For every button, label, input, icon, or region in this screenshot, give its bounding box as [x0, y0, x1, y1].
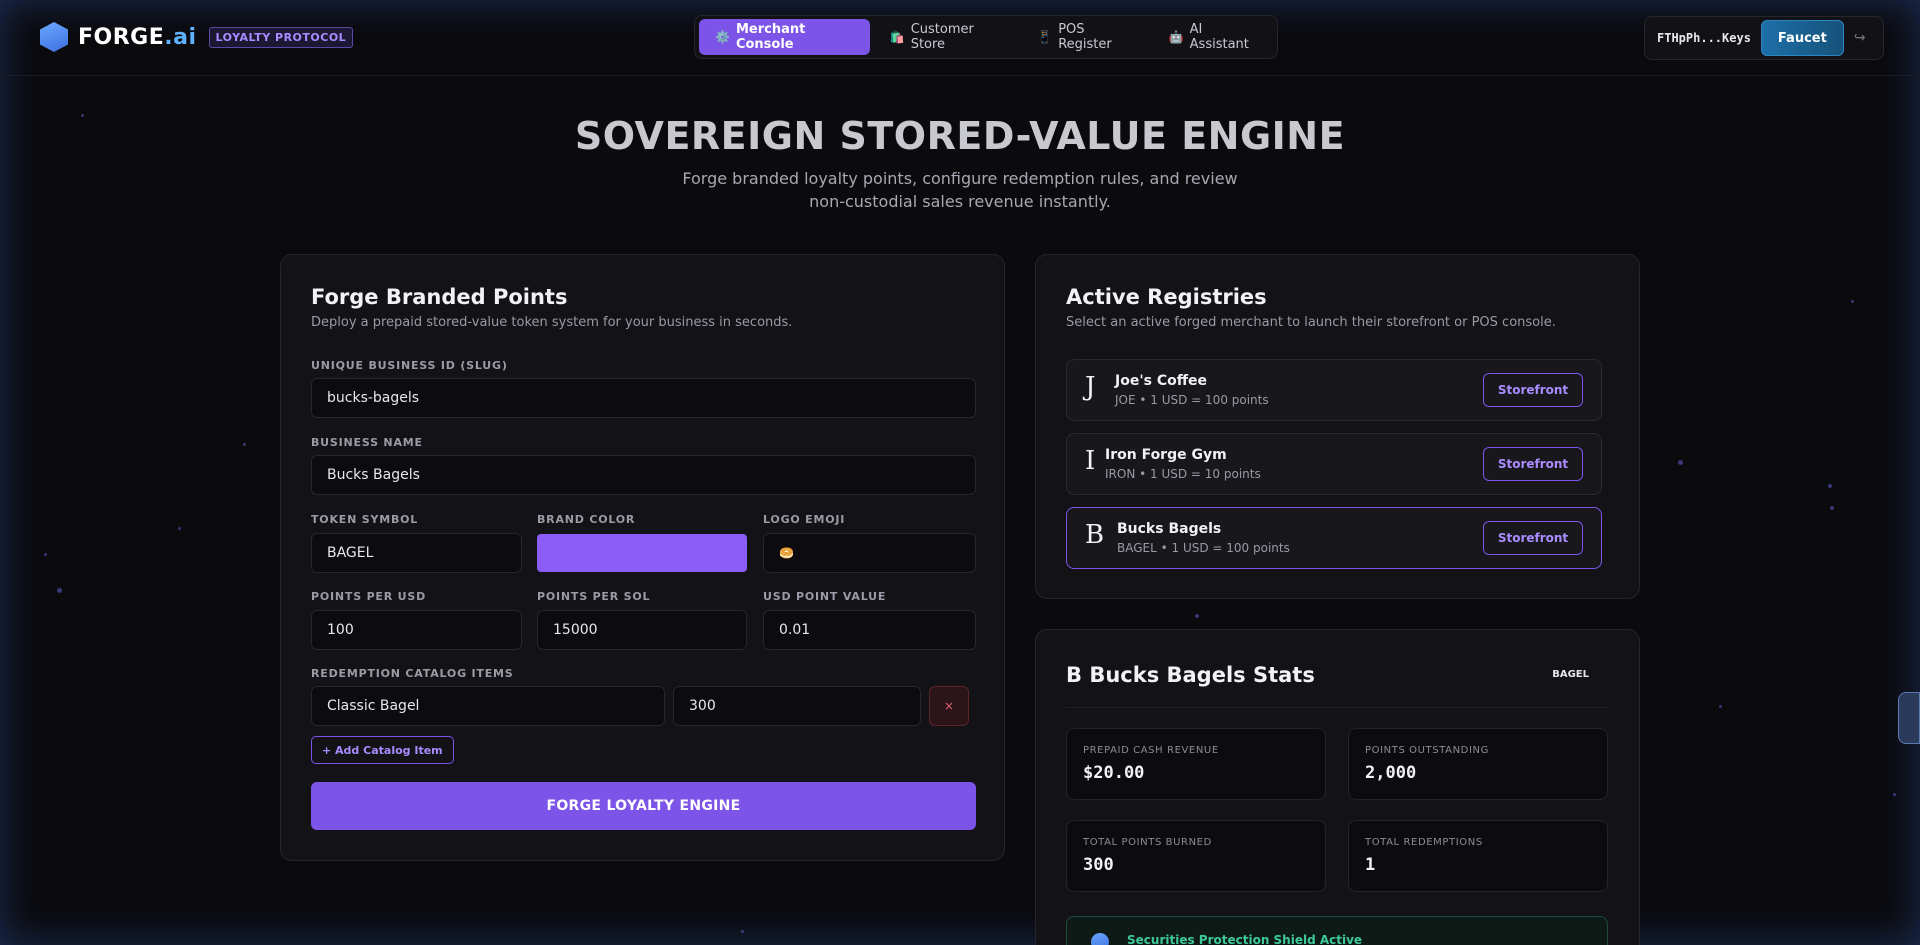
logo-emoji-input[interactable]: 🥯: [763, 533, 976, 573]
registry-logo: I: [1085, 446, 1096, 476]
page-title: SOVEREIGN STORED-VALUE ENGINE: [574, 114, 1346, 158]
slug-input[interactable]: bucks-bagels: [311, 378, 976, 418]
close-icon: ×: [943, 699, 955, 713]
slug-label: UNIQUE BUSINESS ID (SLUG): [311, 359, 508, 372]
business-name-label: BUSINESS NAME: [311, 436, 423, 449]
background-star: [1678, 460, 1683, 465]
top-bar: FORGE.ai LOYALTY PROTOCOL ⚙️ Merchant Co…: [0, 0, 1920, 76]
background-star: [178, 527, 181, 530]
side-drawer-handle[interactable]: [1898, 692, 1920, 744]
usd-point-value-label: USD POINT VALUE: [763, 590, 887, 603]
shopping-bags-icon: 🛍️: [889, 30, 905, 44]
page-subtitle: Forge branded loyalty points, configure …: [682, 169, 1238, 211]
card-title: Forge Branded Points: [311, 285, 568, 309]
registry-meta: IRON • 1 USD = 10 points: [1105, 467, 1261, 481]
main-nav: ⚙️ Merchant Console 🛍️ Customer Store 📱 …: [694, 15, 1278, 59]
registry-logo: B: [1085, 520, 1105, 550]
points-per-sol-input[interactable]: 15000: [537, 610, 747, 650]
background-star: [243, 443, 246, 446]
token-symbol-label: TOKEN SYMBOL: [311, 513, 419, 526]
registry-item-iron-forge-gym[interactable]: I Iron Forge Gym IRON • 1 USD = 10 point…: [1066, 433, 1602, 495]
faucet-button[interactable]: Faucet: [1760, 20, 1844, 56]
background-star: [1893, 793, 1896, 796]
background-star: [1719, 705, 1722, 708]
token-symbol-badge: BAGEL: [1552, 669, 1589, 680]
wallet-panel: FTHpPh...Keys Faucet ↪: [1644, 16, 1884, 60]
registry-name: Iron Forge Gym: [1105, 447, 1227, 463]
registry-name: Bucks Bagels: [1117, 521, 1222, 537]
background-star: [1828, 484, 1832, 488]
gear-icon: ⚙️: [715, 30, 730, 44]
forge-loyalty-engine-button[interactable]: FORGE LOYALTY ENGINE: [311, 782, 976, 830]
forge-points-card: Forge Branded Points Deploy a prepaid st…: [280, 254, 1005, 861]
robot-icon: 🤖: [1168, 30, 1184, 44]
brand-logo[interactable]: FORGE.ai LOYALTY PROTOCOL: [40, 22, 354, 52]
card-title: Active Registries: [1066, 285, 1267, 309]
securities-shield-banner: Securities Protection Shield Active: [1066, 916, 1608, 945]
merchant-stats-card: B Bucks Bagels Stats BAGEL PREPAID CASH …: [1035, 629, 1640, 945]
card-subtitle: Deploy a prepaid stored-value token syst…: [311, 315, 793, 330]
registry-meta: BAGEL • 1 USD = 100 points: [1117, 541, 1290, 555]
points-per-usd-input[interactable]: 100: [311, 610, 522, 650]
registry-item-bucks-bagels[interactable]: B Bucks Bagels BAGEL • 1 USD = 100 point…: [1066, 507, 1602, 569]
registry-meta: JOE • 1 USD = 100 points: [1115, 393, 1269, 407]
tab-merchant-console[interactable]: ⚙️ Merchant Console: [699, 19, 870, 55]
card-subtitle: Select an active forged merchant to laun…: [1066, 315, 1556, 330]
token-symbol-input[interactable]: BAGEL: [311, 533, 522, 573]
tab-ai-assistant[interactable]: 🤖 AI Assistant: [1153, 19, 1273, 55]
background-star: [57, 588, 62, 593]
background-star: [1195, 614, 1199, 618]
stat-total-points-burned: TOTAL POINTS BURNED 300: [1066, 820, 1326, 892]
divider: [1066, 707, 1608, 708]
shield-text: Securities Protection Shield Active: [1127, 933, 1363, 945]
storefront-button[interactable]: Storefront: [1483, 521, 1583, 555]
catalog-item-cost-input[interactable]: 300: [673, 686, 921, 726]
business-name-input[interactable]: Bucks Bagels: [311, 455, 976, 495]
brand-color-label: BRAND COLOR: [537, 513, 636, 526]
shield-icon: [1091, 933, 1109, 945]
logout-icon[interactable]: ↪: [1854, 30, 1866, 46]
phone-icon: 📱: [1037, 30, 1053, 44]
registry-name: Joe's Coffee: [1115, 373, 1208, 389]
registry-logo: J: [1085, 372, 1096, 402]
storefront-button[interactable]: Storefront: [1483, 373, 1583, 407]
wallet-address[interactable]: FTHpPh...Keys: [1657, 31, 1751, 45]
background-star: [1830, 506, 1834, 510]
registry-item-joes-coffee[interactable]: J Joe's Coffee JOE • 1 USD = 100 points …: [1066, 359, 1602, 421]
remove-catalog-item-button[interactable]: ×: [929, 686, 969, 726]
brand-name: FORGE.ai: [78, 24, 197, 50]
background-star: [741, 930, 744, 933]
points-per-sol-label: POINTS PER SOL: [537, 590, 651, 603]
active-registries-card: Active Registries Select an active forge…: [1035, 254, 1640, 599]
logo-emoji-label: LOGO EMOJI: [763, 513, 846, 526]
background-star: [44, 553, 47, 556]
stat-points-outstanding: POINTS OUTSTANDING 2,000: [1348, 728, 1608, 800]
brand-color-picker[interactable]: [537, 534, 747, 572]
stat-total-redemptions: TOTAL REDEMPTIONS 1: [1348, 820, 1608, 892]
add-catalog-item-button[interactable]: + Add Catalog Item: [311, 736, 454, 764]
brand-badge: LOYALTY PROTOCOL: [208, 26, 354, 48]
stats-title: B Bucks Bagels Stats: [1066, 663, 1315, 687]
points-per-usd-label: POINTS PER USD: [311, 590, 427, 603]
catalog-label: REDEMPTION CATALOG ITEMS: [311, 667, 514, 680]
tab-pos-register[interactable]: 📱 POS Register: [1021, 19, 1148, 55]
hexagon-logo-icon: [40, 22, 68, 52]
background-star: [1851, 300, 1854, 303]
catalog-item-name-input[interactable]: Classic Bagel: [311, 686, 665, 726]
storefront-button[interactable]: Storefront: [1483, 447, 1583, 481]
tab-customer-store[interactable]: 🛍️ Customer Store: [874, 19, 1018, 55]
stat-prepaid-cash-revenue: PREPAID CASH REVENUE $20.00: [1066, 728, 1326, 800]
usd-point-value-input[interactable]: 0.01: [763, 610, 976, 650]
